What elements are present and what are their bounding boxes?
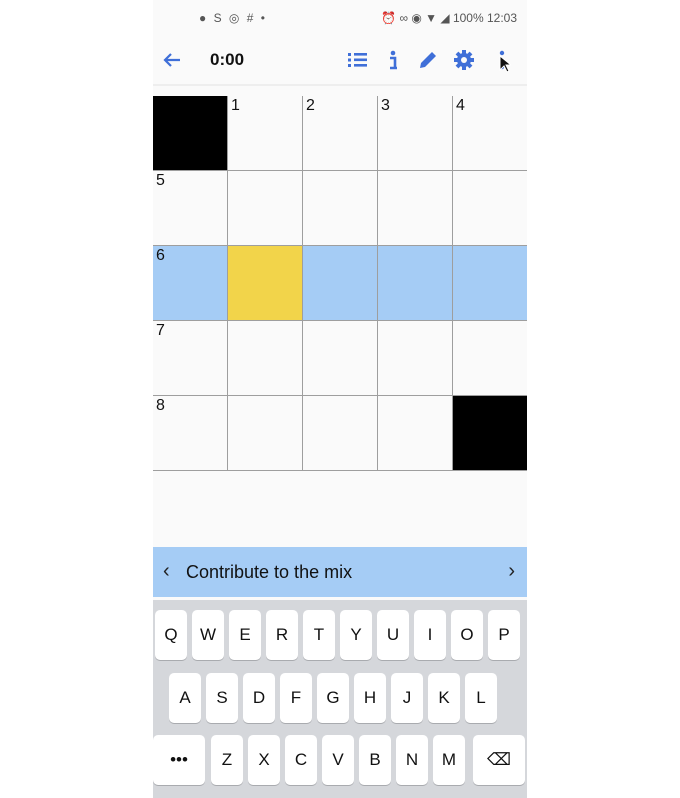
grid-cell[interactable] (378, 396, 453, 471)
app-bar: 0:00 (153, 36, 527, 86)
key[interactable]: M (433, 735, 465, 785)
info-icon[interactable] (379, 46, 407, 74)
grid-cell[interactable] (453, 321, 527, 396)
crossword-grid: 1 2 3 4 5 6 7 8 (153, 96, 527, 472)
phone-screen: ● S ◎ # • ⏰ ∞ ◉ ▼ ◢ 100% 12:03 0:00 1 2 … (153, 0, 527, 798)
key[interactable]: W (192, 610, 224, 660)
mouse-cursor-icon (499, 55, 511, 73)
key[interactable]: I (414, 610, 446, 660)
key[interactable]: A (169, 673, 201, 723)
pencil-icon[interactable] (414, 46, 442, 74)
backspace-key[interactable]: ⌫ (473, 735, 525, 785)
clue-number: 6 (156, 247, 165, 264)
key[interactable]: G (317, 673, 349, 723)
clue-number: 7 (156, 322, 165, 339)
clue-number: 3 (381, 97, 390, 114)
grid-cell[interactable] (453, 171, 527, 246)
key[interactable]: F (280, 673, 312, 723)
grid-cell[interactable]: 6 (153, 246, 228, 321)
key[interactable]: S (206, 673, 238, 723)
status-right: ⏰ ∞ ◉ ▼ ◢ 100% 12:03 (381, 11, 517, 25)
grid-cell[interactable] (228, 321, 303, 396)
grid-cell[interactable] (303, 321, 378, 396)
grid-cell[interactable] (303, 171, 378, 246)
grid-cell[interactable] (228, 396, 303, 471)
key[interactable]: L (465, 673, 497, 723)
key[interactable]: D (243, 673, 275, 723)
clue-number: 5 (156, 172, 165, 189)
status-bar: ● S ◎ # • ⏰ ∞ ◉ ▼ ◢ 100% 12:03 (153, 0, 527, 36)
grid-cell[interactable]: 2 (303, 96, 378, 171)
grid-cell[interactable] (228, 171, 303, 246)
timer: 0:00 (210, 50, 245, 69)
key[interactable]: B (359, 735, 391, 785)
clue-number: 2 (306, 97, 315, 114)
back-arrow-icon[interactable] (158, 46, 186, 74)
clue-text: Contribute to the mix (186, 562, 353, 582)
key[interactable]: K (428, 673, 460, 723)
black-square (453, 396, 527, 471)
key[interactable]: O (451, 610, 483, 660)
gear-icon[interactable] (450, 46, 478, 74)
clue-number: 4 (456, 97, 465, 114)
grid-cell[interactable]: 3 (378, 96, 453, 171)
clue-list-icon[interactable] (344, 46, 372, 74)
key[interactable]: U (377, 610, 409, 660)
grid-cell[interactable]: 4 (453, 96, 527, 171)
key[interactable]: Q (155, 610, 187, 660)
grid-cell[interactable] (378, 321, 453, 396)
grid-cell[interactable]: 7 (153, 321, 228, 396)
key[interactable]: R (266, 610, 298, 660)
key[interactable]: X (248, 735, 280, 785)
grid-cell[interactable] (303, 396, 378, 471)
key[interactable]: V (322, 735, 354, 785)
black-square (153, 96, 228, 171)
grid-cell[interactable] (228, 246, 303, 321)
on-screen-keyboard: Q W E R T Y U I O P A S D F G H J K L ••… (153, 600, 527, 798)
key[interactable]: Y (340, 610, 372, 660)
key[interactable]: C (285, 735, 317, 785)
grid-cell[interactable] (303, 246, 378, 321)
notification-icons: ● S ◎ # • (199, 11, 267, 25)
key[interactable]: E (229, 610, 261, 660)
grid-cell[interactable]: 1 (228, 96, 303, 171)
grid-cell[interactable] (453, 246, 527, 321)
clue-number: 8 (156, 397, 165, 414)
key[interactable]: N (396, 735, 428, 785)
grid-cell[interactable]: 8 (153, 396, 228, 471)
clue-bar: ‹ Contribute to the mix › (153, 547, 527, 597)
key[interactable]: Z (211, 735, 243, 785)
key[interactable]: H (354, 673, 386, 723)
grid-cell[interactable]: 5 (153, 171, 228, 246)
key[interactable]: J (391, 673, 423, 723)
grid-cell[interactable] (378, 246, 453, 321)
grid-cell[interactable] (378, 171, 453, 246)
prev-clue-button[interactable]: ‹ (163, 560, 170, 583)
key[interactable]: T (303, 610, 335, 660)
clue-number: 1 (231, 97, 240, 114)
key[interactable]: P (488, 610, 520, 660)
next-clue-button[interactable]: › (508, 560, 515, 583)
more-keys-button[interactable]: ••• (153, 735, 205, 785)
